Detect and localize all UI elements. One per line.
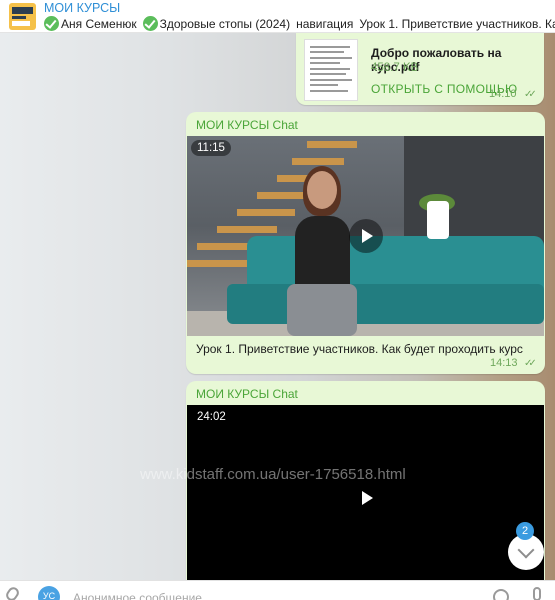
message-composer: УС Анонимное сообщение — [0, 580, 555, 600]
video-caption: Урок 1. Приветствие участников. Как буде… — [196, 342, 523, 356]
verified-check-icon — [142, 16, 158, 31]
topic-author[interactable]: Аня Семенюк — [61, 17, 137, 31]
document-message[interactable]: Добро пожаловать на курс.pdf 458.7 KB ОТ… — [296, 33, 544, 105]
topic-course[interactable]: Здоровые стопы (2024) — [160, 17, 290, 31]
sender-name[interactable]: МОИ КУРСЫ Chat — [196, 118, 298, 132]
video-player[interactable]: 24:02 — [187, 405, 544, 591]
channel-avatar[interactable] — [9, 3, 36, 30]
video-player[interactable]: 11:15 — [187, 136, 544, 336]
pdf-thumbnail[interactable] — [304, 39, 358, 101]
video-duration: 11:15 — [191, 140, 231, 156]
message-input[interactable]: Анонимное сообщение — [73, 591, 202, 600]
message-time: 14:13 — [490, 357, 518, 369]
topic-breadcrumb: Аня Семенюк Здоровые стопы (2024) навига… — [44, 15, 555, 32]
play-icon[interactable] — [348, 219, 383, 253]
video-message[interactable]: МОИ КУРСЫ Chat 11:15 Урок 1. Приветствие… — [186, 112, 545, 374]
read-ticks-icon: ✓✓ — [524, 89, 537, 100]
message-time: 14:10 — [489, 88, 517, 100]
sender-name[interactable]: МОИ КУРСЫ Chat — [196, 387, 298, 401]
video-duration: 24:02 — [197, 411, 226, 423]
channel-title[interactable]: МОИ КУРСЫ — [44, 1, 120, 15]
read-ticks-icon: ✓✓ — [524, 358, 537, 369]
emoji-icon[interactable] — [493, 589, 509, 600]
chat-header[interactable]: МОИ КУРСЫ Аня Семенюк Здоровые стопы (20… — [0, 0, 555, 33]
topic-navigation[interactable]: навигация — [296, 17, 353, 31]
send-as-avatar[interactable]: УС — [38, 586, 60, 600]
unread-count-badge[interactable]: 2 — [516, 522, 534, 540]
topic-lesson[interactable]: Урок 1. Приветствие участников. Как б — [359, 17, 555, 31]
document-file-size: 458.7 KB — [371, 62, 419, 74]
play-icon[interactable] — [349, 481, 383, 515]
microphone-icon[interactable] — [533, 587, 541, 600]
attach-icon[interactable] — [3, 585, 22, 600]
video-message[interactable]: МОИ КУРСЫ Chat 24:02 — [186, 381, 545, 591]
watermark: www.kidstaff.com.ua/user-1756518.html — [140, 466, 406, 483]
verified-check-icon — [44, 16, 59, 31]
